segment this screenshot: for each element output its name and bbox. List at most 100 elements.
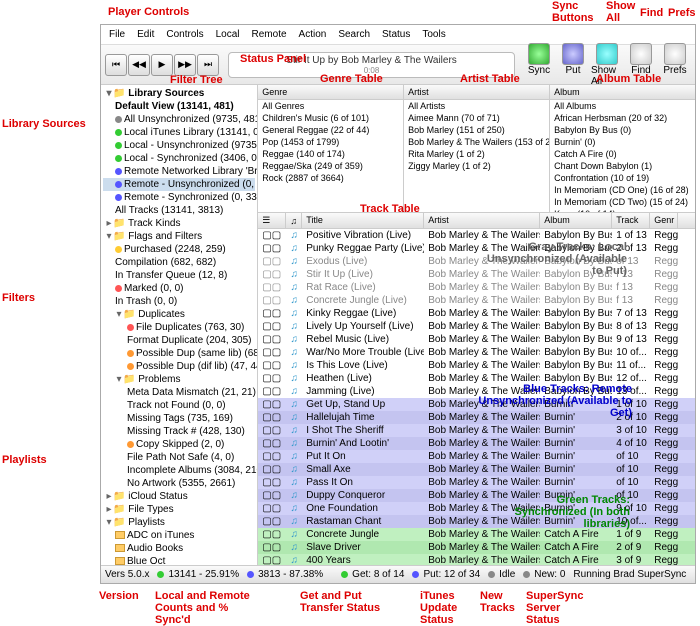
col-track[interactable]: Track bbox=[612, 213, 650, 228]
sidebar[interactable]: ▾📁 Library SourcesDefault View (13141, 4… bbox=[101, 85, 258, 565]
tree-item[interactable]: ▾📁 Playlists bbox=[103, 516, 255, 529]
showall-button[interactable]: Show All bbox=[591, 43, 623, 87]
tree-item[interactable]: Local - Synchronized (3406, 0) bbox=[103, 152, 255, 165]
album-row[interactable]: Confrontation (10 of 19) bbox=[550, 172, 695, 184]
tree-item[interactable]: No Artwork (5355, 2661) bbox=[103, 477, 255, 490]
tree-item[interactable]: ▾📁 Flags and Filters bbox=[103, 230, 255, 243]
tree-item[interactable]: Audio Books bbox=[103, 542, 255, 555]
tree-item[interactable]: All Unsynchronized (9735, 481) bbox=[103, 113, 255, 126]
find-button[interactable]: Find bbox=[625, 43, 657, 87]
genre-row[interactable]: Rock (2887 of 3664) bbox=[258, 172, 403, 184]
tree-item[interactable]: Missing Track # (428, 130) bbox=[103, 425, 255, 438]
album-header[interactable]: Album bbox=[550, 85, 695, 100]
menu-edit[interactable]: Edit bbox=[133, 27, 158, 42]
rewind-button[interactable]: ◀◀ bbox=[128, 54, 150, 76]
tree-item[interactable]: ▸📁 File Types bbox=[103, 503, 255, 516]
artist-row[interactable]: Bob Marley & The Wailers (153 of 206) bbox=[404, 136, 549, 148]
tree-item[interactable]: In Trash (0, 0) bbox=[103, 295, 255, 308]
genre-row[interactable]: Pop (1453 of 1799) bbox=[258, 136, 403, 148]
track-row[interactable]: ▢▢♫War/No More Trouble (Live)Bob Marley … bbox=[258, 346, 695, 359]
tree-item[interactable]: Track not Found (0, 0) bbox=[103, 399, 255, 412]
track-row[interactable]: ▢▢♫Concrete JungleBob Marley & The Waile… bbox=[258, 528, 695, 541]
menu-file[interactable]: File bbox=[105, 27, 129, 42]
album-row[interactable]: All Albums bbox=[550, 100, 695, 112]
artist-table[interactable]: Artist All ArtistsAimee Mann (70 of 71)B… bbox=[404, 85, 550, 212]
album-row[interactable]: In Memoriam (CD One) (16 of 28) bbox=[550, 184, 695, 196]
tree-item[interactable]: Local - Unsynchronized (9735, 0) bbox=[103, 139, 255, 152]
track-row[interactable]: ▢▢♫Positive Vibration (Live)Bob Marley &… bbox=[258, 229, 695, 242]
col-artist[interactable]: Artist bbox=[424, 213, 540, 228]
col-genre[interactable]: Genr bbox=[650, 213, 678, 228]
album-row[interactable]: In Memoriam (CD Two) (15 of 24) bbox=[550, 196, 695, 208]
track-row[interactable]: ▢▢♫Jamming (Live)Bob Marley & The Wailer… bbox=[258, 385, 695, 398]
track-row[interactable]: ▢▢♫Slave DriverBob Marley & The WailersC… bbox=[258, 541, 695, 554]
track-row[interactable]: ▢▢♫I Shot The SheriffBob Marley & The Wa… bbox=[258, 424, 695, 437]
tree-item[interactable]: Blue Oct bbox=[103, 555, 255, 565]
tree-item[interactable]: Copy Skipped (2, 0) bbox=[103, 438, 255, 451]
artist-row[interactable]: Ziggy Marley (1 of 2) bbox=[404, 160, 549, 172]
track-row[interactable]: ▢▢♫Is This Love (Live)Bob Marley & The W… bbox=[258, 359, 695, 372]
track-row[interactable]: ▢▢♫Pass It OnBob Marley & The WailersBur… bbox=[258, 476, 695, 489]
tree-item[interactable]: ▸📁 Track Kinds bbox=[103, 217, 255, 230]
prev-button[interactable]: ⏮ bbox=[105, 54, 127, 76]
track-row[interactable]: ▢▢♫Get Up, Stand UpBob Marley & The Wail… bbox=[258, 398, 695, 411]
put-button[interactable]: Put bbox=[557, 43, 589, 87]
menu-remote[interactable]: Remote bbox=[248, 27, 291, 42]
col-album[interactable]: Album bbox=[540, 213, 612, 228]
genre-row[interactable]: General Reggae (22 of 44) bbox=[258, 124, 403, 136]
track-row[interactable]: ▢▢♫Burnin' And Lootin'Bob Marley & The W… bbox=[258, 437, 695, 450]
next-button[interactable]: ⏭ bbox=[197, 54, 219, 76]
album-row[interactable]: Chant Down Babylon (1) bbox=[550, 160, 695, 172]
track-row[interactable]: ▢▢♫Kinky Reggae (Live)Bob Marley & The W… bbox=[258, 307, 695, 320]
tree-item[interactable]: Remote - Unsynchronized (0, 481) bbox=[103, 178, 255, 191]
genre-header[interactable]: Genre bbox=[258, 85, 403, 100]
col-note[interactable]: ♫ bbox=[286, 213, 302, 228]
col-icons[interactable]: ☰ bbox=[258, 213, 286, 228]
tree-item[interactable]: Format Duplicate (204, 305) bbox=[103, 334, 255, 347]
tree-item[interactable]: ADC on iTunes bbox=[103, 529, 255, 542]
track-row[interactable]: ▢▢♫Concrete Jungle (Live)Bob Marley & Th… bbox=[258, 294, 695, 307]
menu-action[interactable]: Action bbox=[295, 27, 331, 42]
track-row[interactable]: ▢▢♫Small AxeBob Marley & The WailersBurn… bbox=[258, 463, 695, 476]
tree-item[interactable]: Remote Networked Library 'Brad iMac' (0,… bbox=[103, 165, 255, 178]
track-row[interactable]: ▢▢♫One FoundationBob Marley & The Wailer… bbox=[258, 502, 695, 515]
tree-item[interactable]: Default View (13141, 481) bbox=[103, 100, 255, 113]
track-row[interactable]: ▢▢♫Lively Up Yourself (Live)Bob Marley &… bbox=[258, 320, 695, 333]
genre-row[interactable]: Reggae (140 of 174) bbox=[258, 148, 403, 160]
track-row[interactable]: ▢▢♫Hallelujah TimeBob Marley & The Waile… bbox=[258, 411, 695, 424]
tree-item[interactable]: Marked (0, 0) bbox=[103, 282, 255, 295]
genre-row[interactable]: Children's Music (6 of 101) bbox=[258, 112, 403, 124]
artist-row[interactable]: All Artists bbox=[404, 100, 549, 112]
album-row[interactable]: African Herbsman (20 of 32) bbox=[550, 112, 695, 124]
prefs-button[interactable]: Prefs bbox=[659, 43, 691, 87]
artist-row[interactable]: Bob Marley (151 of 250) bbox=[404, 124, 549, 136]
track-row[interactable]: ▢▢♫Exodus (Live)Bob Marley & The Wailers… bbox=[258, 255, 695, 268]
track-row[interactable]: ▢▢♫Heathen (Live)Bob Marley & The Wailer… bbox=[258, 372, 695, 385]
track-row[interactable]: ▢▢♫Punky Reggae Party (Live)Bob Marley &… bbox=[258, 242, 695, 255]
col-title[interactable]: Title bbox=[302, 213, 424, 228]
tree-item[interactable]: File Path Not Safe (4, 0) bbox=[103, 451, 255, 464]
tree-item[interactable]: Purchased (2248, 259) bbox=[103, 243, 255, 256]
artist-row[interactable]: Rita Marley (1 of 2) bbox=[404, 148, 549, 160]
track-row[interactable]: ▢▢♫Rat Race (Live)Bob Marley & The Waile… bbox=[258, 281, 695, 294]
tree-item[interactable]: Incomplete Albums (3084, 2108) bbox=[103, 464, 255, 477]
album-row[interactable]: Babylon By Bus (0) bbox=[550, 124, 695, 136]
track-table[interactable]: ☰ ♫ Title Artist Album Track Genr ▢▢♫Pos… bbox=[258, 213, 695, 565]
tree-item[interactable]: ▸📁 iCloud Status bbox=[103, 490, 255, 503]
tree-item[interactable]: Possible Dup (same lib) (68, 4) bbox=[103, 347, 255, 360]
tree-item[interactable]: Possible Dup (dif lib) (47, 44) bbox=[103, 360, 255, 373]
genre-table[interactable]: Genre All GenresChildren's Music (6 of 1… bbox=[258, 85, 404, 212]
menu-status[interactable]: Status bbox=[378, 27, 414, 42]
tree-item[interactable]: Meta Data Mismatch (21, 21) bbox=[103, 386, 255, 399]
menu-controls[interactable]: Controls bbox=[162, 27, 207, 42]
genre-row[interactable]: All Genres bbox=[258, 100, 403, 112]
track-row[interactable]: ▢▢♫Rastaman ChantBob Marley & The Wailer… bbox=[258, 515, 695, 528]
menu-local[interactable]: Local bbox=[212, 27, 244, 42]
forward-button[interactable]: ▶▶ bbox=[174, 54, 196, 76]
tree-item[interactable]: All Tracks (13141, 3813) bbox=[103, 204, 255, 217]
tree-item[interactable]: Missing Tags (735, 169) bbox=[103, 412, 255, 425]
album-row[interactable]: Burnin' (0) bbox=[550, 136, 695, 148]
album-table[interactable]: Album All AlbumsAfrican Herbsman (20 of … bbox=[550, 85, 695, 212]
tree-item[interactable]: ▾📁 Duplicates bbox=[103, 308, 255, 321]
tree-item[interactable]: Compilation (682, 682) bbox=[103, 256, 255, 269]
